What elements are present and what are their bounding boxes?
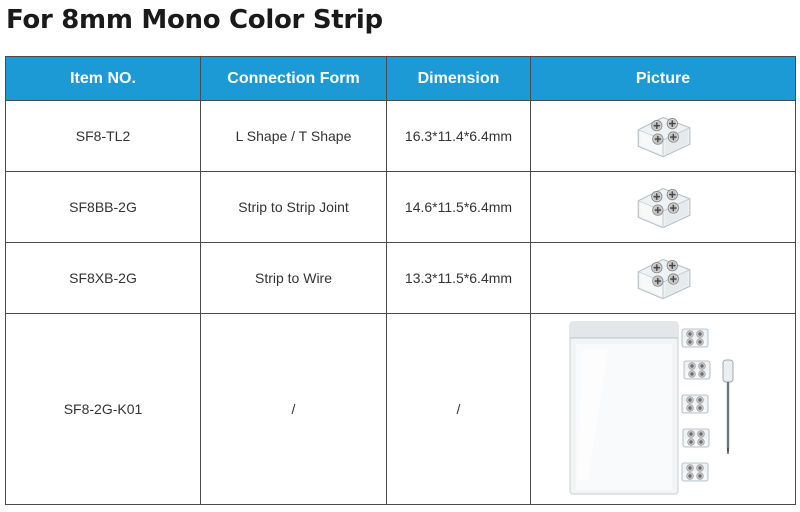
item-no-cell: SF8BB-2G xyxy=(5,171,201,243)
dimension-cell: 14.6*11.5*6.4mm xyxy=(386,171,531,243)
header-connection-form: Connection Form xyxy=(200,56,387,101)
dimension-cell: / xyxy=(386,313,531,505)
kit-bag-photo-icon xyxy=(569,321,734,495)
connector-photo-icon xyxy=(632,253,694,303)
item-no-cell: SF8-2G-K01 xyxy=(5,313,201,505)
header-picture: Picture xyxy=(530,56,796,101)
connection-form-cell: Strip to Strip Joint xyxy=(200,171,387,243)
connection-form-cell: Strip to Wire xyxy=(200,242,387,314)
connector-photo-icon xyxy=(632,111,694,161)
connection-form-cell: L Shape / T Shape xyxy=(200,100,387,172)
header-dimension: Dimension xyxy=(386,56,531,101)
dimension-cell: 16.3*11.4*6.4mm xyxy=(386,100,531,172)
item-no-cell: SF8XB-2G xyxy=(5,242,201,314)
dimension-cell: 13.3*11.5*6.4mm xyxy=(386,242,531,314)
table-row: SF8-2G-K01 / / xyxy=(5,313,796,505)
connector-photo-icon xyxy=(632,182,694,232)
header-item-no: Item NO. xyxy=(5,56,201,101)
table-row: SF8-TL2 L Shape / T Shape 16.3*11.4*6.4m… xyxy=(5,100,796,172)
picture-cell xyxy=(530,313,796,505)
item-no-cell: SF8-TL2 xyxy=(5,100,201,172)
picture-cell xyxy=(530,171,796,243)
picture-cell xyxy=(530,100,796,172)
product-spec-table: Item NO. Connection Form Dimension Pictu… xyxy=(5,56,796,505)
connection-form-cell: / xyxy=(200,313,387,505)
table-row: SF8XB-2G Strip to Wire 13.3*11.5*6.4mm xyxy=(5,242,796,314)
table-row: SF8BB-2G Strip to Strip Joint 14.6*11.5*… xyxy=(5,171,796,243)
picture-cell xyxy=(530,242,796,314)
table-header-row: Item NO. Connection Form Dimension Pictu… xyxy=(5,56,796,101)
page-title: For 8mm Mono Color Strip xyxy=(6,5,383,35)
